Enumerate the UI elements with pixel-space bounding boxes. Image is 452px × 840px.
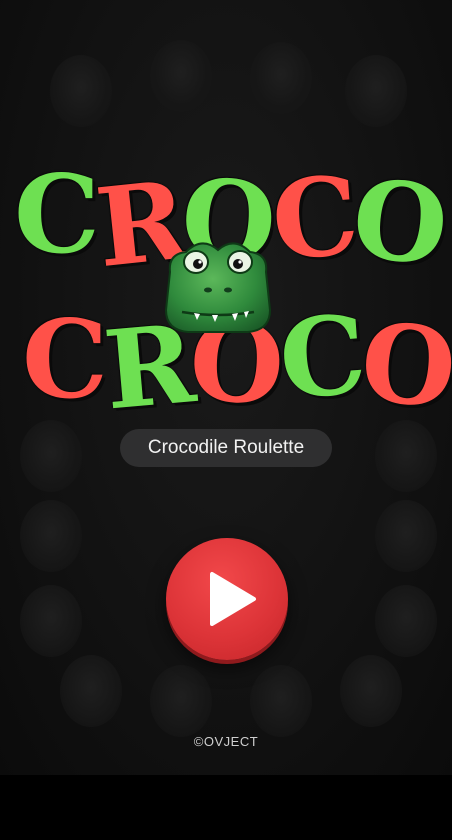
background-blob — [50, 55, 112, 127]
brand-name: OVJECT — [203, 734, 259, 749]
title-letter: O — [346, 155, 450, 291]
background-blob — [345, 55, 407, 127]
bottom-bar — [0, 775, 452, 840]
play-button[interactable] — [166, 538, 288, 660]
title-letter: C — [275, 292, 366, 424]
subtitle-text: Crocodile Roulette — [147, 437, 305, 458]
copyright-icon: © — [193, 734, 204, 749]
title-letter: C — [22, 297, 108, 423]
background-blob — [340, 655, 402, 727]
background-blob — [60, 655, 122, 727]
background-blob — [150, 665, 212, 737]
play-icon — [210, 572, 256, 626]
copyright-footer: ©OVJECT — [0, 734, 452, 749]
title-letter: C — [267, 153, 359, 285]
title-screen: CROCO? CROCO! Crocodile Roulette ©OVJECT — [0, 0, 452, 775]
title-letter: O — [355, 299, 452, 433]
background-blob — [250, 665, 312, 737]
background-blob — [20, 585, 82, 657]
title-letter: C — [14, 152, 100, 278]
background-blob — [375, 500, 437, 572]
background-blob — [20, 500, 82, 572]
background-blob — [250, 42, 312, 114]
background-blob — [150, 40, 212, 112]
crocodile-head-icon — [162, 232, 274, 336]
background-blob — [20, 420, 82, 492]
background-blob — [375, 585, 437, 657]
subtitle-badge: Crocodile Roulette — [120, 429, 332, 467]
